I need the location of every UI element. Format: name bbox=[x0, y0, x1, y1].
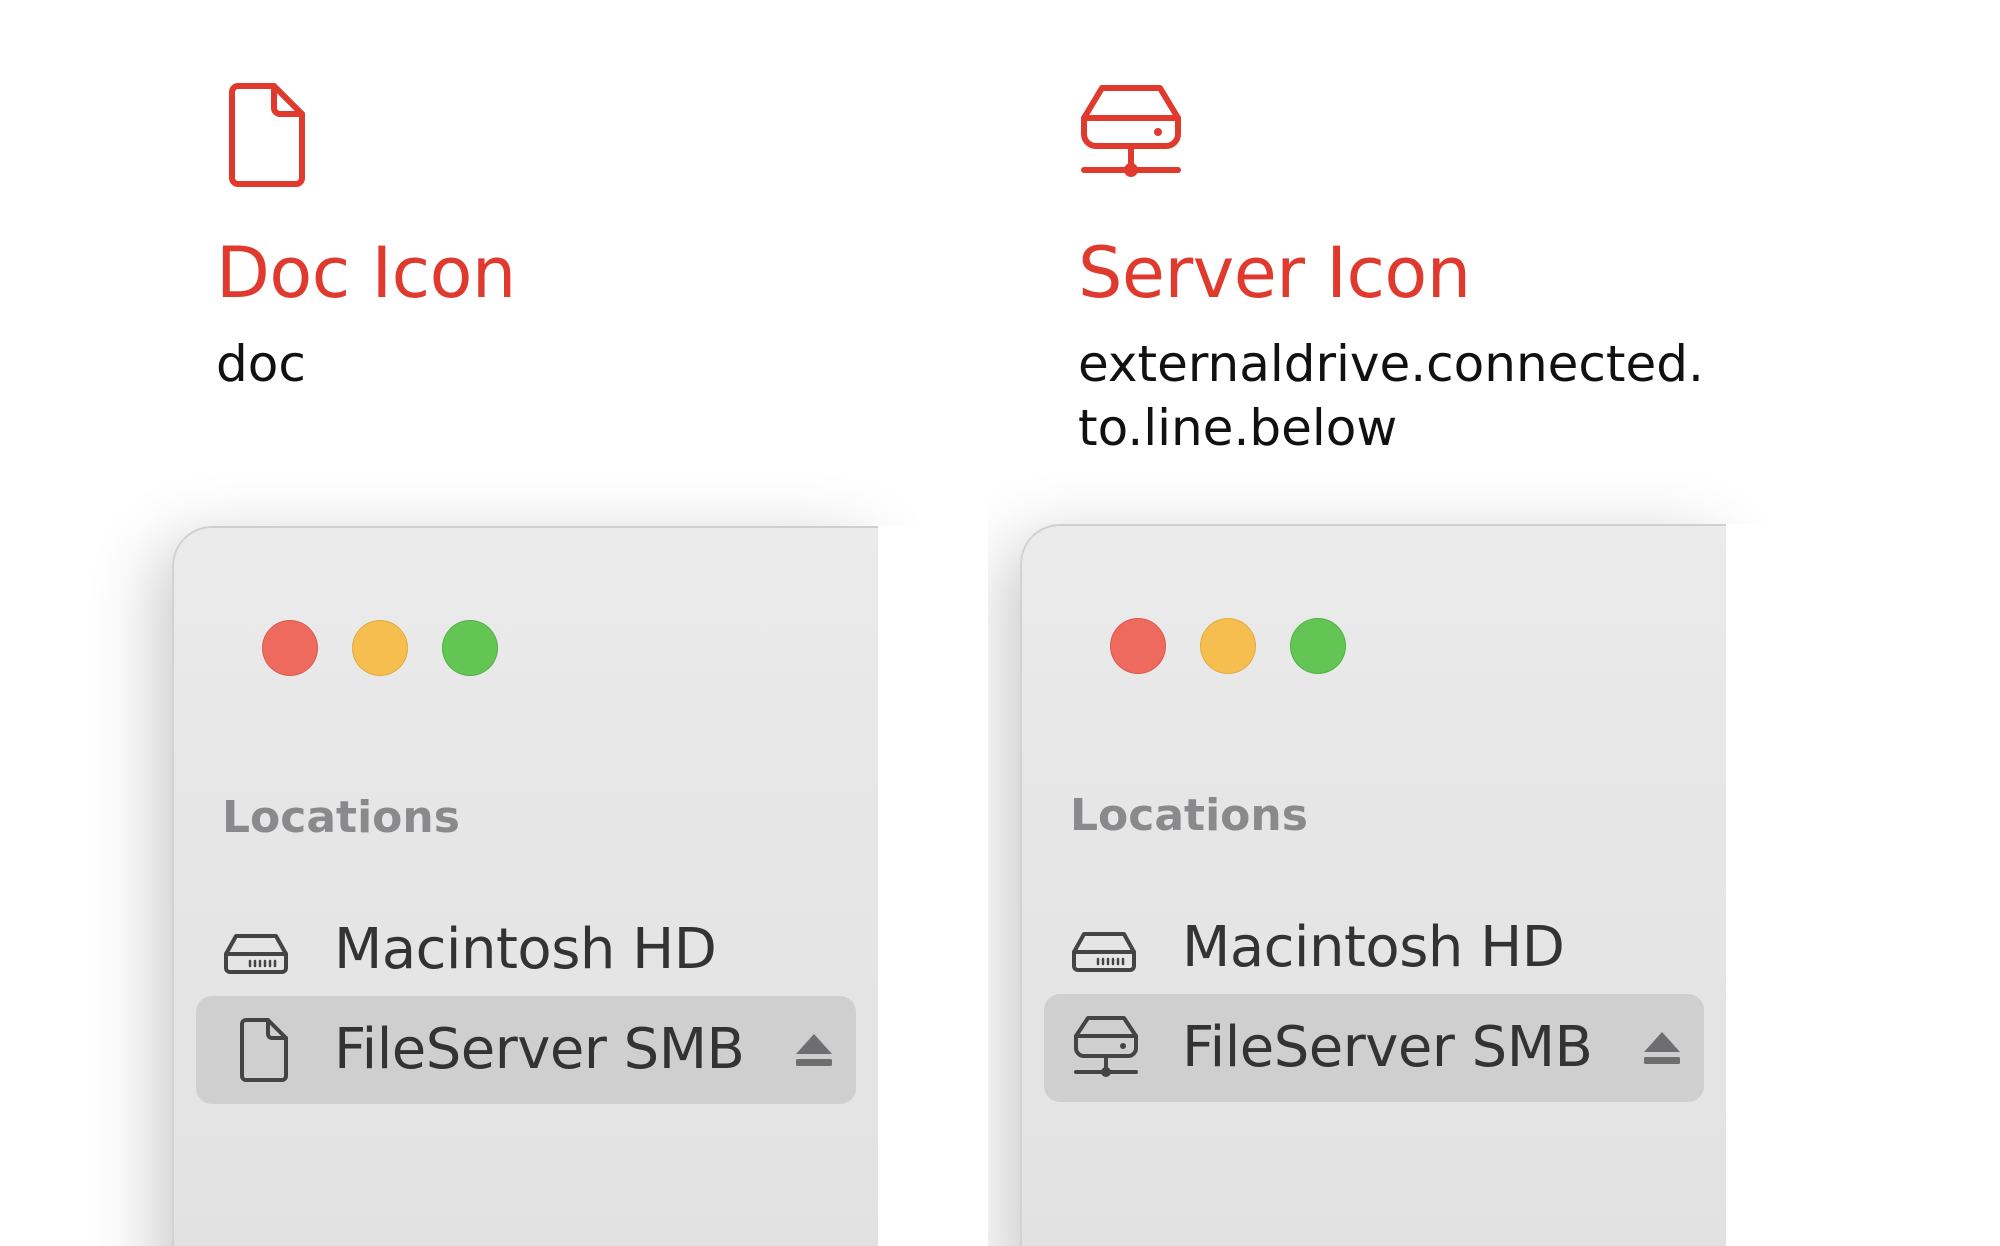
server-icon bbox=[1078, 80, 1188, 190]
sidebar-item-fileserver-smb[interactable]: FileServer SMB bbox=[196, 996, 856, 1104]
sidebar-item-macintosh-hd[interactable]: Macintosh HD bbox=[196, 896, 856, 1004]
server-icon-panel: Server Icon externaldrive.connected. to.… bbox=[988, 0, 2000, 1246]
zoom-button[interactable] bbox=[442, 620, 498, 676]
symbol-name-line-2: to.line.below bbox=[1078, 399, 1398, 457]
icon-title: Server Icon bbox=[1078, 232, 1471, 314]
symbol-name: doc bbox=[216, 335, 306, 393]
sidebar-item-label: FileServer SMB bbox=[1182, 1015, 1593, 1080]
eject-icon[interactable] bbox=[794, 1032, 834, 1068]
sidebar-item-fileserver-smb[interactable]: FileServer SMB bbox=[1044, 994, 1704, 1102]
doc-icon bbox=[228, 1014, 300, 1086]
window-content-area bbox=[1726, 524, 2000, 1246]
section-header-locations: Locations bbox=[1070, 790, 1308, 841]
sidebar-item-label: Macintosh HD bbox=[334, 917, 717, 982]
internal-drive-icon bbox=[220, 914, 292, 986]
sidebar-item-label: Macintosh HD bbox=[1182, 915, 1565, 980]
doc-icon bbox=[218, 80, 328, 190]
eject-icon[interactable] bbox=[1642, 1030, 1682, 1066]
doc-icon-panel: Doc Icon doc Locations Macintosh HD File… bbox=[0, 0, 988, 1246]
zoom-button[interactable] bbox=[1290, 618, 1346, 674]
close-button[interactable] bbox=[262, 620, 318, 676]
close-button[interactable] bbox=[1110, 618, 1166, 674]
symbol-name-line-1: externaldrive.connected. bbox=[1078, 335, 1704, 393]
window-content-area bbox=[878, 526, 988, 1246]
sidebar-item-label: FileServer SMB bbox=[334, 1017, 745, 1082]
minimize-button[interactable] bbox=[352, 620, 408, 676]
section-header-locations: Locations bbox=[222, 792, 460, 843]
sidebar-item-macintosh-hd[interactable]: Macintosh HD bbox=[1044, 894, 1704, 1002]
finder-sidebar: Locations Macintosh HD FileServer SMB bbox=[1020, 524, 1728, 1246]
icon-title: Doc Icon bbox=[216, 232, 516, 314]
finder-sidebar: Locations Macintosh HD FileServer SMB bbox=[172, 526, 880, 1246]
server-icon bbox=[1070, 1012, 1142, 1084]
minimize-button[interactable] bbox=[1200, 618, 1256, 674]
internal-drive-icon bbox=[1068, 912, 1140, 984]
